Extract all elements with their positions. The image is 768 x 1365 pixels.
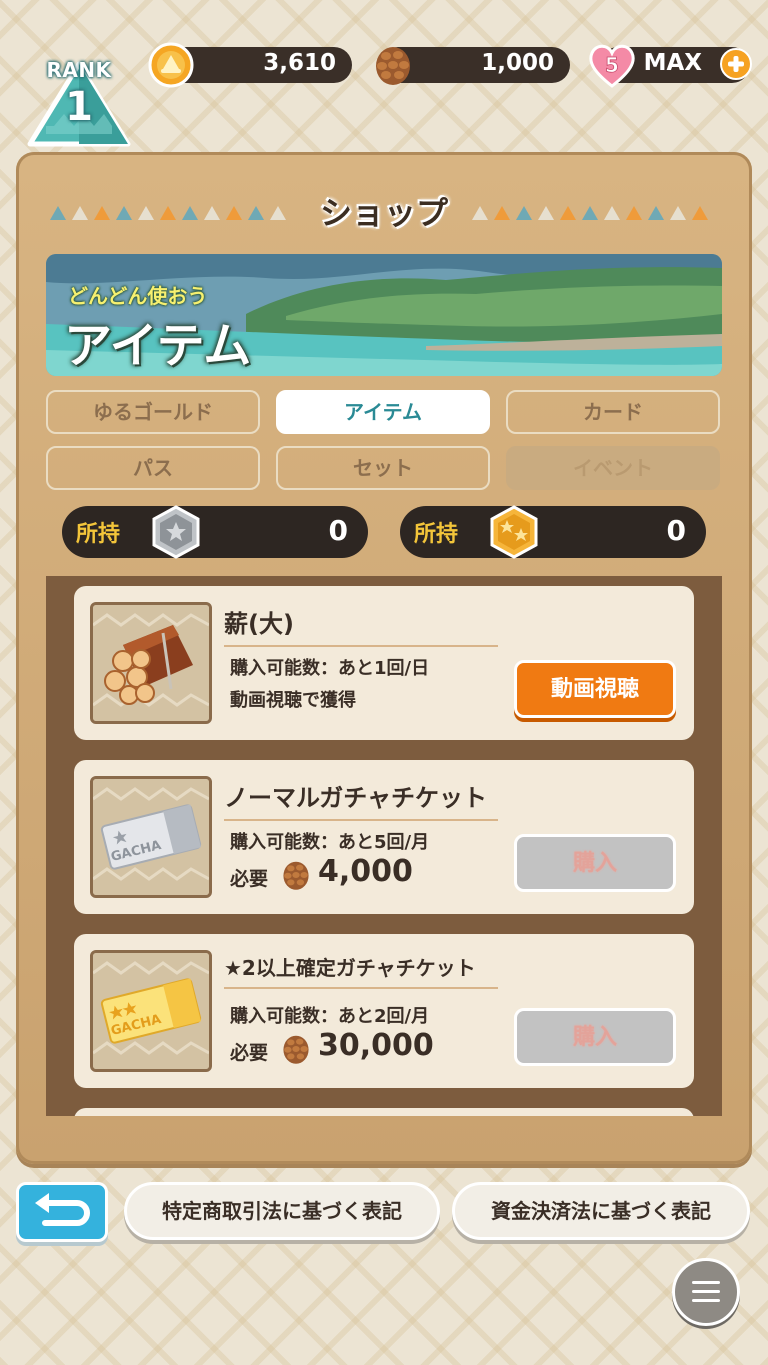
pinecone-value: 1,000 <box>481 50 554 76</box>
back-arrow-icon <box>35 1193 90 1226</box>
banner-subtitle: どんどん使おう <box>68 284 208 308</box>
buy-button[interactable]: 購入 <box>514 834 676 892</box>
category-banner: どんどん使おう アイテム <box>46 254 722 376</box>
pinecone-icon <box>283 861 309 890</box>
owned-label: 所持 <box>76 522 121 547</box>
shop-title: ショップ <box>319 194 448 232</box>
tab-pass[interactable]: パス <box>46 446 260 490</box>
gold-value: 3,610 <box>263 50 336 76</box>
gold-star-medal-icon <box>490 505 538 559</box>
normal-gacha-ticket-icon: GACHA <box>90 776 212 898</box>
rank-value: 1 <box>65 84 93 130</box>
item-name: ★2以上確定ガチャチケット <box>224 952 498 989</box>
tab-items[interactable]: アイテム <box>276 390 490 434</box>
item-limit: 購入可能数：あと5回/月 <box>230 832 430 853</box>
owned-gold-value: 0 <box>666 514 686 547</box>
tab-yuru-gold[interactable]: ゆるゴールド <box>46 390 260 434</box>
owned-silver-value: 0 <box>328 514 348 547</box>
watch-video-button[interactable]: 動画視聴 <box>514 660 676 718</box>
required-label: 必要 <box>230 868 269 890</box>
item-note: 動画視聴で獲得 <box>230 690 356 711</box>
item-limit: 購入可能数：あと1回/日 <box>230 658 430 679</box>
star2-gacha-ticket-icon: GACHA <box>90 950 212 1072</box>
item-price: 4,000 <box>318 854 413 889</box>
tab-set[interactable]: セット <box>276 446 490 490</box>
required-label: 必要 <box>230 1042 269 1064</box>
pinecone-icon <box>376 47 410 85</box>
list-item: GACHA ★2以上確定ガチャチケット 購入可能数：あと2回/月 必要 30,0… <box>74 934 694 1088</box>
menu-button[interactable] <box>672 1258 740 1326</box>
item-price: 30,000 <box>318 1028 434 1063</box>
banner-title: アイテム <box>64 318 252 374</box>
silver-star-medal-icon <box>152 505 200 559</box>
rank-label: RANK <box>46 58 112 82</box>
owned-label: 所持 <box>414 522 459 547</box>
heart-count: 5 <box>605 53 619 77</box>
add-stamina-icon[interactable] <box>718 46 754 82</box>
item-limit: 購入可能数：あと2回/月 <box>230 1006 430 1027</box>
heart-icon: 5 <box>589 44 635 88</box>
list-item-partial <box>74 1108 694 1116</box>
commercial-law-button[interactable]: 特定商取引法に基づく表記 <box>124 1182 440 1240</box>
item-name: ノーマルガチャチケット <box>224 778 498 821</box>
hamburger-menu-icon <box>692 1281 720 1302</box>
tab-cards[interactable]: カード <box>506 390 720 434</box>
item-name: 薪(大) <box>224 604 498 647</box>
rank-badge[interactable]: RANK 1 <box>24 54 134 150</box>
payment-law-button[interactable]: 資金決済法に基づく表記 <box>452 1182 750 1240</box>
list-item: GACHA ノーマルガチャチケット 購入可能数：あと5回/月 必要 4,000 … <box>74 760 694 914</box>
tab-event: イベント <box>506 446 720 490</box>
list-item: 薪(大) 購入可能数：あと1回/日 動画視聴で獲得 動画視聴 <box>74 586 694 740</box>
stamina-value: MAX <box>643 50 702 76</box>
shop-panel: ショップ どんどん使おう アイテム ゆるゴールド アイテム カード パス セット… <box>16 152 752 1164</box>
owned-silver-medals: 所持 0 <box>62 505 368 559</box>
back-button[interactable] <box>16 1182 108 1242</box>
pinecone-icon <box>283 1035 309 1064</box>
buy-button[interactable]: 購入 <box>514 1008 676 1066</box>
firewood-icon <box>90 602 212 724</box>
item-list[interactable]: 薪(大) 購入可能数：あと1回/日 動画視聴で獲得 動画視聴 GACHA ノーマ… <box>46 576 722 1116</box>
gold-coin-icon <box>148 42 194 88</box>
owned-gold-medals: 所持 0 <box>400 505 706 559</box>
